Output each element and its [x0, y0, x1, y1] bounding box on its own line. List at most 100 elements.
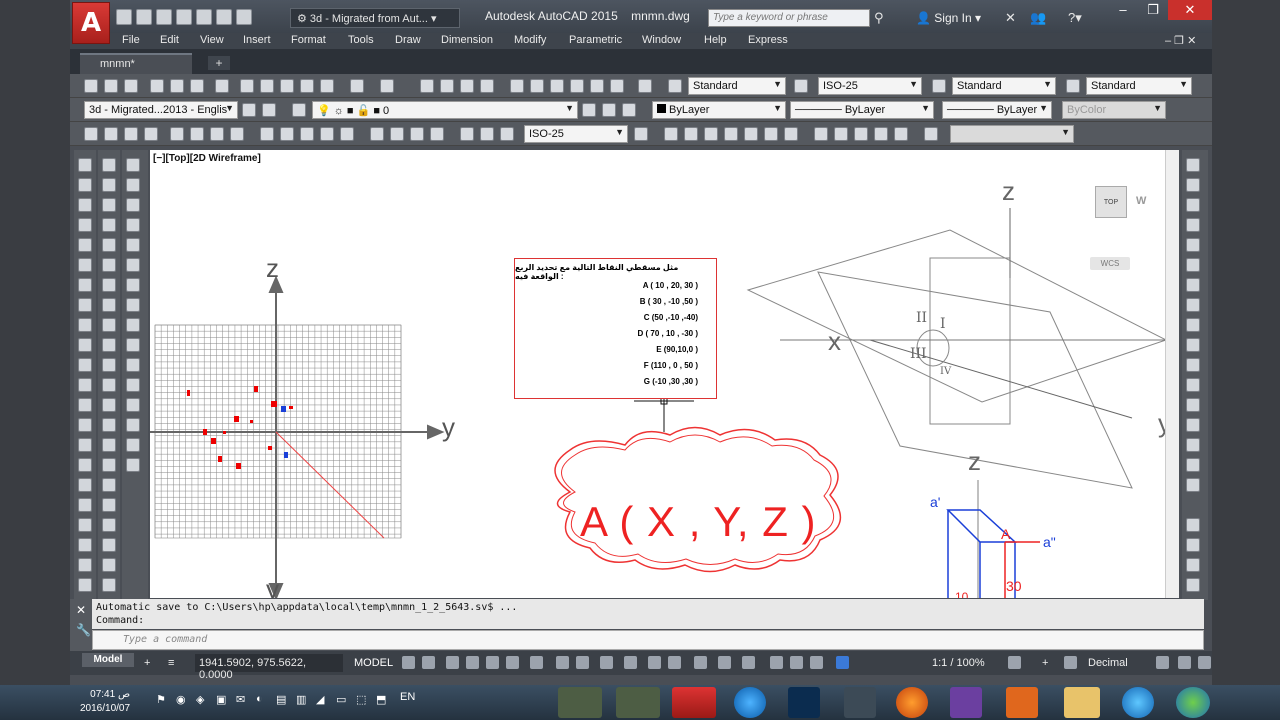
isodraft-icon[interactable] — [530, 656, 543, 669]
modify-extra-icon-3[interactable] — [1186, 558, 1200, 572]
helix-icon[interactable] — [102, 318, 116, 332]
torus-icon[interactable] — [102, 278, 116, 292]
save-file-icon[interactable] — [124, 79, 138, 93]
open-file-icon[interactable] — [104, 79, 118, 93]
grid-toggle-icon[interactable] — [402, 656, 415, 669]
file-tab-mnmn[interactable]: mnmn* — [80, 53, 192, 74]
selection-cycling-icon[interactable] — [648, 656, 661, 669]
scale-icon[interactable] — [1186, 298, 1200, 312]
break-icon[interactable] — [1186, 378, 1200, 392]
offset-icon[interactable] — [1186, 218, 1200, 232]
layout-menu-icon[interactable]: ≡ — [168, 657, 174, 669]
arc-length-icon[interactable] — [124, 127, 138, 141]
linear-dim-icon[interactable] — [84, 127, 98, 141]
menu-tools[interactable]: Tools — [348, 34, 374, 46]
compass-w[interactable]: W — [1136, 195, 1146, 207]
mirror-icon[interactable] — [1186, 198, 1200, 212]
taskbar-skype-icon[interactable] — [734, 687, 766, 718]
isolate-icon[interactable] — [1064, 656, 1077, 669]
layer-iso-icon[interactable] — [622, 103, 636, 117]
osnap-tracking-icon[interactable] — [556, 656, 569, 669]
help-icon[interactable]: ?▾ — [1068, 10, 1082, 26]
visual-style-icon-1[interactable] — [814, 127, 828, 141]
taskbar-firefox-icon[interactable] — [896, 687, 928, 718]
adobe-tray-icon[interactable]: ◉ — [176, 693, 186, 706]
quick-dim-icon[interactable] — [260, 127, 274, 141]
view-icon-1[interactable] — [664, 127, 678, 141]
copy-icon[interactable] — [260, 79, 274, 93]
taskbar-app-3[interactable] — [844, 687, 876, 718]
markup-icon[interactable] — [590, 79, 604, 93]
undo-tb-icon[interactable] — [350, 79, 364, 93]
taskbar-ie-icon[interactable] — [1122, 687, 1154, 718]
help-tb-icon[interactable] — [638, 79, 652, 93]
modify-extra-icon-2[interactable] — [1186, 538, 1200, 552]
trim-icon[interactable] — [1186, 338, 1200, 352]
color-dropdown[interactable]: ByLayer ▼ — [652, 101, 786, 119]
mleader-style-dropdown[interactable]: Standard ▼ — [1086, 77, 1192, 95]
solid-edit-icon-6[interactable] — [126, 258, 140, 272]
tray-icon-1[interactable]: ◈ — [196, 693, 204, 706]
xline-icon[interactable] — [78, 178, 92, 192]
match-prop-icon[interactable] — [300, 79, 314, 93]
gizmo-icon[interactable] — [742, 656, 755, 669]
make-block-icon[interactable] — [78, 378, 92, 392]
viewcube-top[interactable]: TOP — [1095, 186, 1127, 218]
baseline-dim-icon[interactable] — [280, 127, 294, 141]
sign-in-button[interactable]: 👤 Sign In ▾ — [916, 11, 981, 25]
layer-properties-icon[interactable] — [292, 103, 306, 117]
array-3d-icon[interactable] — [102, 578, 116, 592]
transparency-icon[interactable] — [624, 656, 637, 669]
lineweight-icon[interactable] — [600, 656, 613, 669]
solid-edit-icon-1[interactable] — [126, 158, 140, 172]
start-button[interactable] — [1176, 687, 1210, 718]
sweep-icon[interactable] — [102, 398, 116, 412]
blend-icon[interactable] — [1186, 458, 1200, 472]
wcs-menu[interactable]: WCS — [1090, 257, 1130, 270]
make-current-icon[interactable] — [582, 103, 596, 117]
view-icon-5[interactable] — [744, 127, 758, 141]
view-icon-6[interactable] — [764, 127, 778, 141]
region-icon[interactable] — [78, 458, 92, 472]
ellipse-icon[interactable] — [78, 338, 92, 352]
menu-insert[interactable]: Insert — [243, 34, 271, 46]
diameter-dim-icon[interactable] — [210, 127, 224, 141]
intersect-icon[interactable] — [102, 498, 116, 512]
annotation-scale-icon[interactable] — [810, 656, 823, 669]
menu-window[interactable]: Window — [642, 34, 681, 46]
subtract-icon[interactable] — [102, 478, 116, 492]
gear-icon[interactable] — [1008, 656, 1021, 669]
view-icon-2[interactable] — [684, 127, 698, 141]
solid-edit-icon-15[interactable] — [126, 438, 140, 452]
cloud-icon[interactable] — [78, 298, 92, 312]
open-icon[interactable] — [136, 9, 152, 25]
save-icon[interactable] — [156, 9, 172, 25]
box-icon[interactable] — [102, 178, 116, 192]
table-icon[interactable] — [78, 478, 92, 492]
layer-dropdown[interactable]: 💡 ☼ ■ 🔓 ■ 0 ▼ — [312, 101, 578, 119]
workspaces-dropdown[interactable]: 3d - Migrated...2013 - Englis ▼ — [84, 101, 238, 119]
3d-osnap-icon[interactable] — [668, 656, 681, 669]
flag-icon[interactable]: ⚑ — [156, 693, 166, 706]
solid-edit-icon-2[interactable] — [126, 178, 140, 192]
lock-ui-icon[interactable] — [262, 103, 276, 117]
view-icon-4[interactable] — [724, 127, 738, 141]
add-layout-icon[interactable]: + — [144, 657, 150, 669]
solid-edit-icon-7[interactable] — [126, 278, 140, 292]
dim-style2-dropdown[interactable]: ISO-25 ▼ — [524, 125, 628, 143]
search-input[interactable]: Type a keyword or phrase — [708, 9, 870, 27]
dim-edit-icon[interactable] — [460, 127, 474, 141]
solid-edit-icon-11[interactable] — [126, 358, 140, 372]
wedge-icon[interactable] — [102, 198, 116, 212]
jogged-linear-icon[interactable] — [430, 127, 444, 141]
dim-break-icon[interactable] — [340, 127, 354, 141]
workspace-switch-icon[interactable] — [836, 656, 849, 669]
menu-dimension[interactable]: Dimension — [441, 34, 493, 46]
dim-update-icon[interactable] — [500, 127, 514, 141]
fillet-icon[interactable] — [1186, 438, 1200, 452]
qnew-icon[interactable] — [84, 79, 98, 93]
clean-screen-icon[interactable] — [1198, 656, 1211, 669]
tray-icon-5[interactable]: ▤ — [276, 693, 286, 706]
table-style-dropdown[interactable]: Standard ▼ — [952, 77, 1056, 95]
taskbar-app-1[interactable] — [558, 687, 602, 718]
